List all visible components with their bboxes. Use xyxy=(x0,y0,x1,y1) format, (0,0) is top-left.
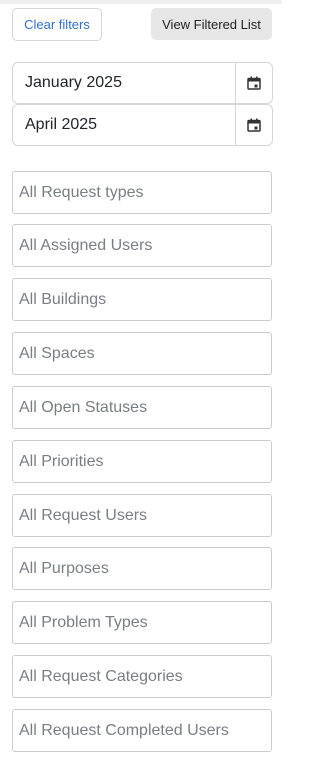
top-divider xyxy=(0,0,282,4)
calendar-icon xyxy=(247,76,261,90)
clear-filters-button[interactable]: Clear filters xyxy=(12,8,102,41)
end-month-field xyxy=(12,104,273,146)
start-month-calendar-button[interactable] xyxy=(235,63,272,103)
spaces-filter[interactable]: All Spaces xyxy=(12,332,272,375)
view-filtered-list-button[interactable]: View Filtered List xyxy=(151,8,272,40)
problem-types-filter[interactable]: All Problem Types xyxy=(12,601,272,644)
request-users-filter[interactable]: All Request Users xyxy=(12,494,272,537)
start-month-input[interactable] xyxy=(13,63,235,103)
request-completed-users-filter[interactable]: All Request Completed Users xyxy=(12,709,272,752)
assigned-users-filter[interactable]: All Assigned Users xyxy=(12,224,272,267)
request-types-filter[interactable]: All Request types xyxy=(12,171,272,214)
open-statuses-filter[interactable]: All Open Statuses xyxy=(12,386,272,429)
start-month-field xyxy=(12,62,273,104)
end-month-input[interactable] xyxy=(13,105,235,145)
priorities-filter[interactable]: All Priorities xyxy=(12,440,272,483)
request-categories-filter[interactable]: All Request Categories xyxy=(12,655,272,698)
buildings-filter[interactable]: All Buildings xyxy=(12,278,272,321)
purposes-filter[interactable]: All Purposes xyxy=(12,547,272,590)
end-month-calendar-button[interactable] xyxy=(235,105,272,145)
calendar-icon xyxy=(247,118,261,132)
